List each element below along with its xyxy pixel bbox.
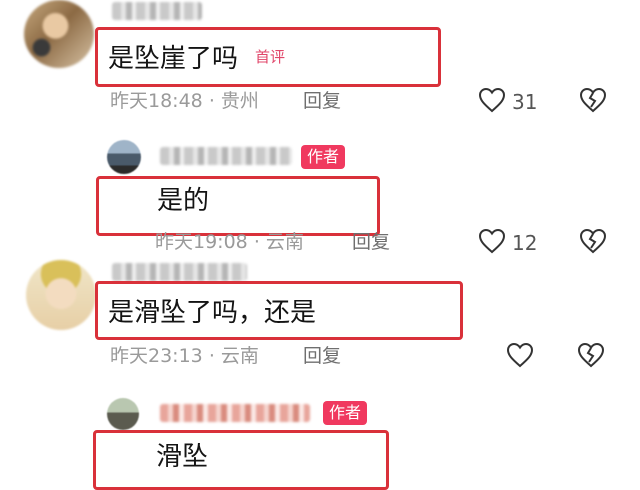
author-badge: 作者 (323, 401, 368, 425)
broken-heart-icon[interactable] (579, 228, 607, 254)
comment-time: 昨天19:08 (155, 231, 248, 253)
reply-button[interactable]: 回复 (303, 92, 341, 111)
author-badge: 作者 (301, 145, 346, 169)
comment-meta: 昨天23:13 · 云南 (110, 347, 259, 366)
avatar[interactable] (107, 140, 141, 174)
reply-button[interactable]: 回复 (352, 233, 390, 252)
comment-highlight-frame (96, 176, 380, 236)
comment-meta: 昨天19:08 · 云南 (155, 233, 304, 252)
like-count: 12 (512, 231, 538, 255)
comment-location: 云南 (220, 345, 259, 367)
comment-text: 是的 (157, 186, 210, 216)
username-blurred[interactable] (112, 263, 247, 281)
comment-time: 昨天23:13 (110, 345, 203, 367)
username-blurred[interactable] (160, 147, 292, 165)
reply-button[interactable]: 回复 (303, 347, 341, 366)
comment-meta: 昨天18:48 · 贵州 (110, 92, 259, 111)
meta-separator: · (208, 90, 215, 112)
comment-location: 贵州 (220, 90, 259, 112)
username-blurred[interactable] (112, 2, 202, 20)
meta-separator: · (253, 231, 260, 253)
first-comment-badge: 首评 (255, 48, 286, 66)
comment-highlight-frame (93, 430, 389, 490)
username-blurred[interactable] (160, 404, 310, 422)
heart-outline-icon[interactable] (478, 228, 506, 254)
avatar[interactable] (24, 0, 94, 68)
broken-heart-icon[interactable] (579, 87, 607, 113)
comment-location: 云南 (265, 231, 304, 253)
comment-text: 滑坠 (156, 442, 209, 472)
comment-time: 昨天18:48 (110, 90, 203, 112)
meta-separator: · (208, 345, 215, 367)
comment-text: 是滑坠了吗，还是 (108, 298, 317, 328)
comment-text: 是坠崖了吗 (108, 44, 239, 74)
like-count: 31 (512, 90, 538, 114)
heart-outline-icon[interactable] (478, 87, 506, 113)
heart-outline-icon[interactable] (506, 342, 534, 368)
broken-heart-icon[interactable] (577, 342, 605, 368)
avatar[interactable] (107, 398, 139, 430)
avatar[interactable] (26, 260, 96, 330)
